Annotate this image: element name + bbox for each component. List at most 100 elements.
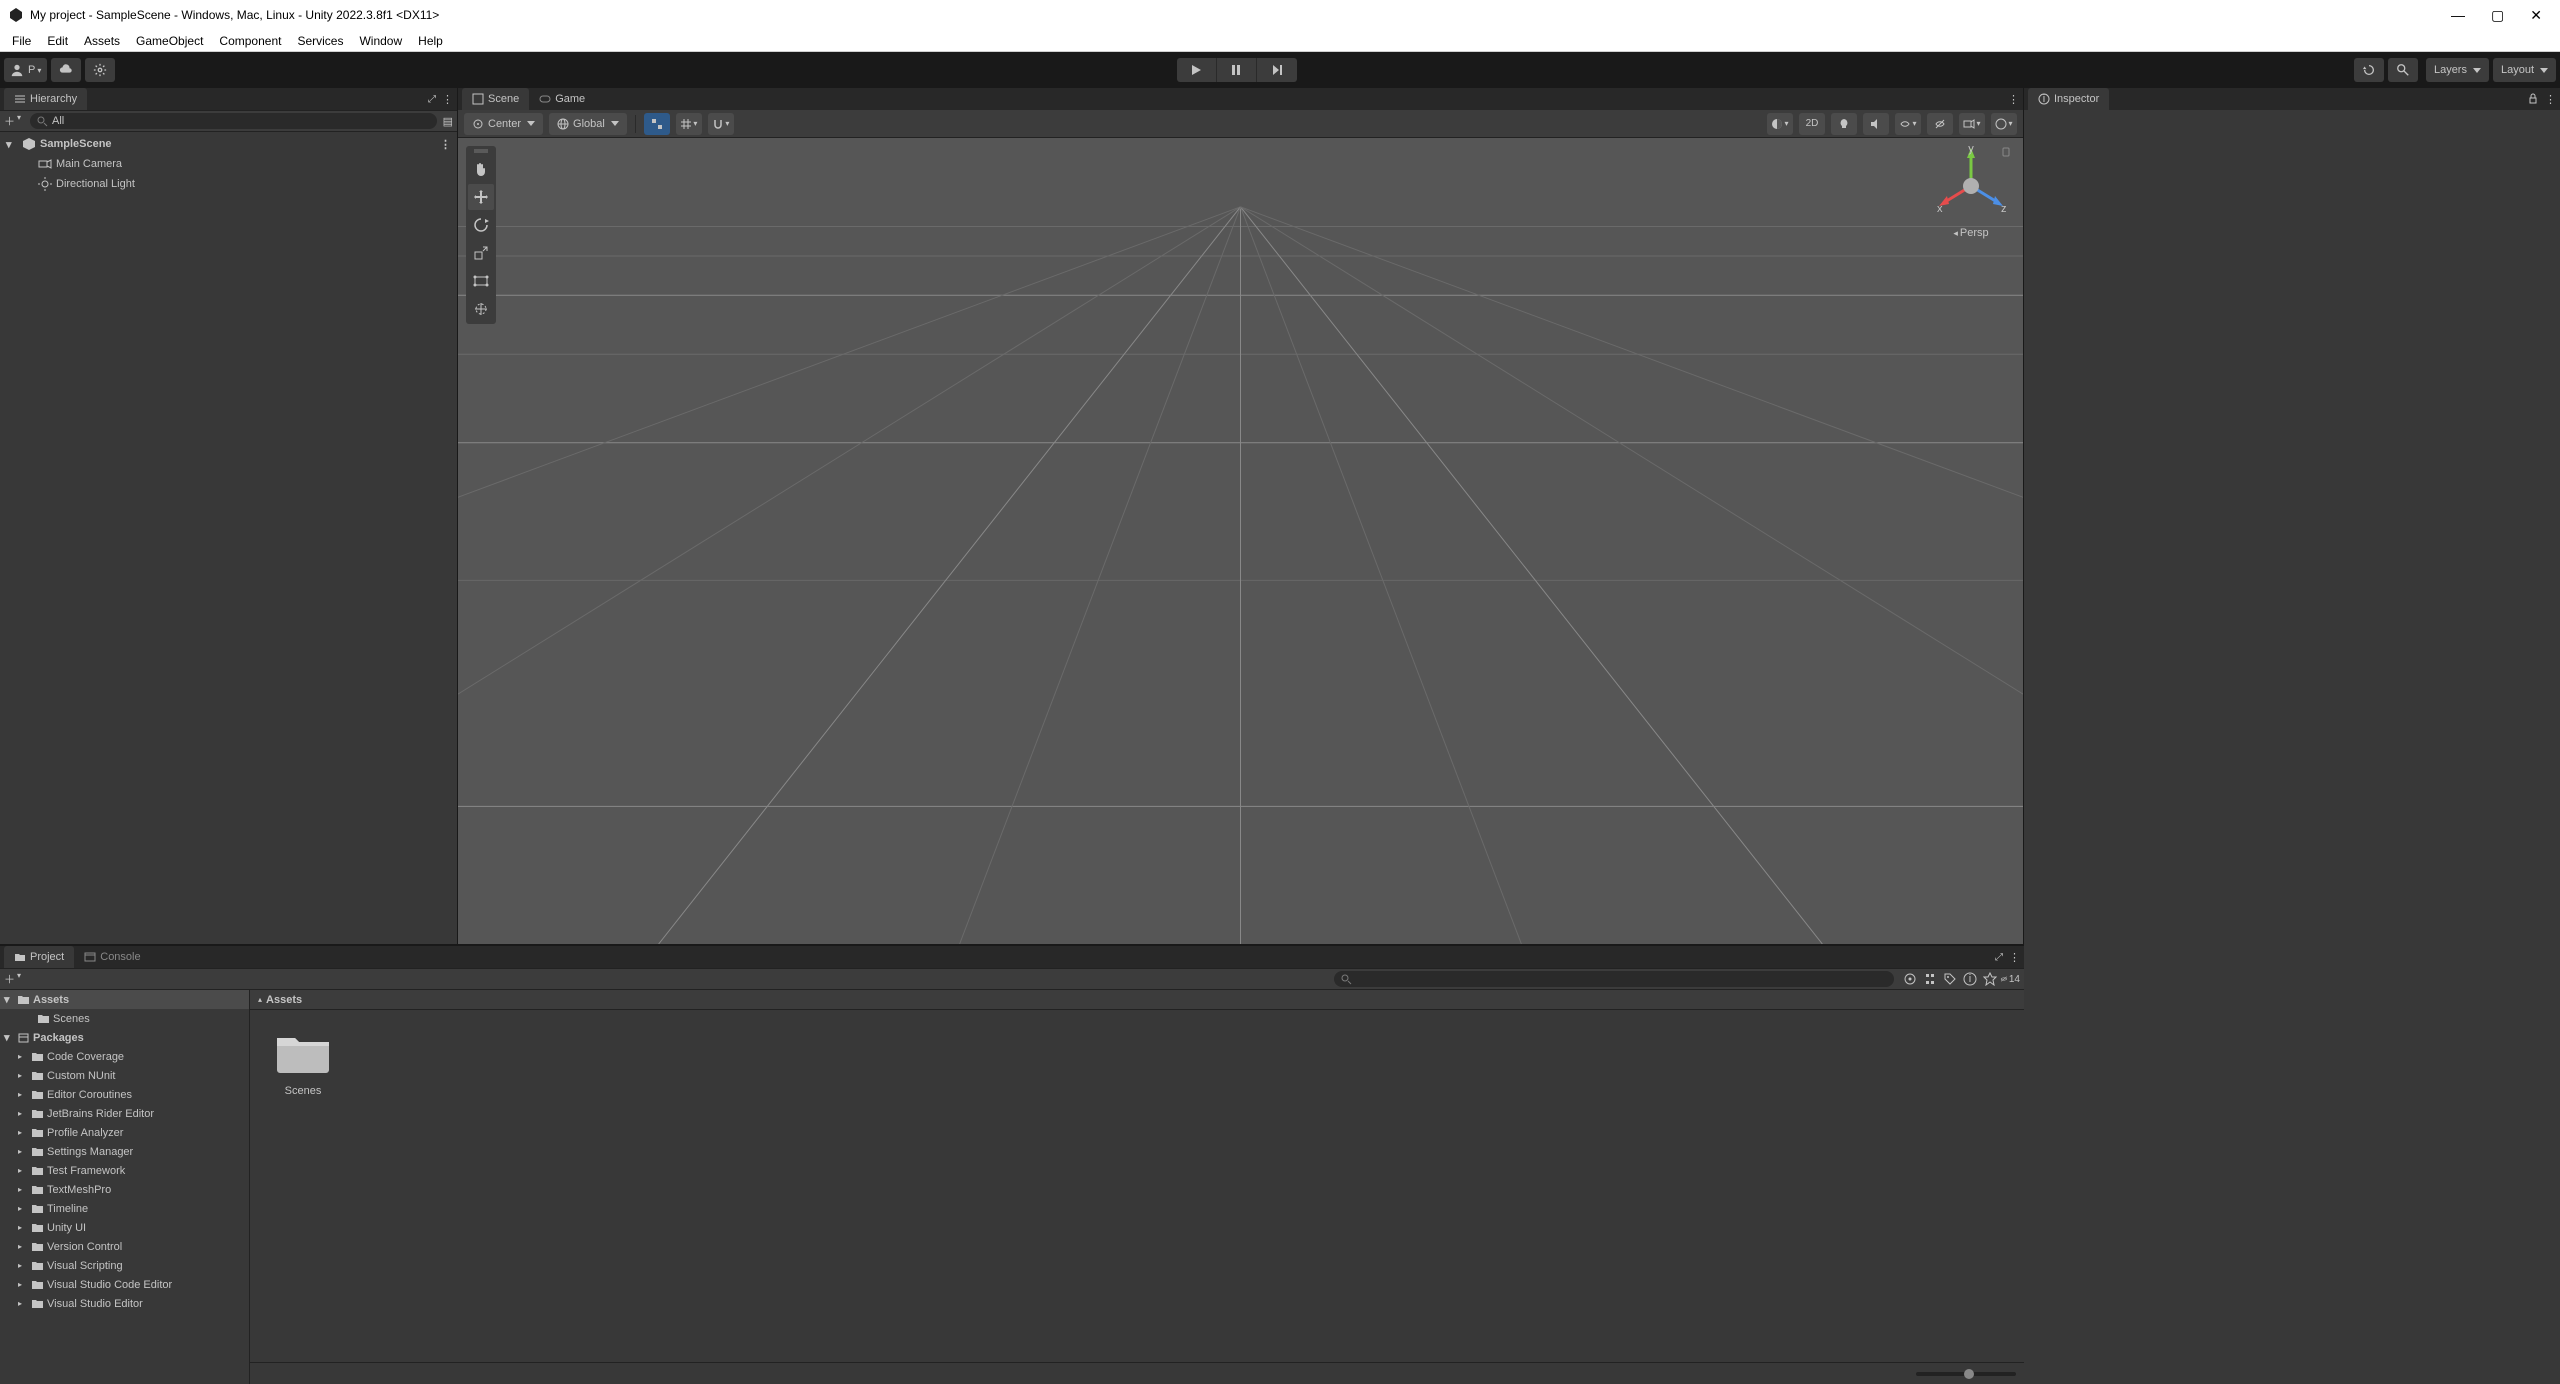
project-package-item[interactable]: ▸Profile Analyzer — [0, 1123, 249, 1142]
2d-toggle[interactable]: 2D — [1799, 113, 1825, 135]
project-item-scenes[interactable]: Scenes — [268, 1028, 338, 1097]
scene-row[interactable]: ▾ SampleScene ⋮ — [0, 134, 457, 154]
inspector-menu-icon[interactable]: ⋮ — [2545, 93, 2556, 106]
project-package-item[interactable]: ▸Code Coverage — [0, 1047, 249, 1066]
pause-button[interactable] — [1217, 58, 1257, 82]
projection-label[interactable]: ◂Persp — [1931, 227, 2011, 239]
fx-dropdown[interactable]: ▾ — [1895, 113, 1921, 135]
maximize-button[interactable]: ▢ — [2491, 7, 2504, 24]
menu-gameobject[interactable]: GameObject — [128, 34, 211, 48]
project-breadcrumb[interactable]: ▴ Assets — [250, 990, 2024, 1010]
rotate-tool[interactable] — [468, 212, 494, 238]
shading-dropdown[interactable]: ▾ — [1767, 113, 1793, 135]
game-tab[interactable]: Game — [529, 88, 595, 110]
hierarchy-popout-icon[interactable]: ⤢ — [428, 94, 436, 105]
project-package-item[interactable]: ▸Editor Coroutines — [0, 1085, 249, 1104]
account-button[interactable]: P ▾ — [4, 58, 47, 82]
project-package-item[interactable]: ▸Version Control — [0, 1237, 249, 1256]
hierarchy-item-light[interactable]: Directional Light — [0, 174, 457, 194]
hidden-count-button[interactable]: 14 — [2000, 970, 2020, 988]
orientation-gizmo[interactable]: y x z ◂Persp — [1931, 146, 2011, 239]
cloud-button[interactable] — [51, 58, 81, 82]
project-package-item[interactable]: ▸JetBrains Rider Editor — [0, 1104, 249, 1123]
expand-toggle[interactable]: ▸ — [18, 1071, 28, 1080]
lighting-toggle[interactable] — [1831, 113, 1857, 135]
snap-settings-button[interactable]: ▾ — [708, 113, 734, 135]
help-button[interactable]: i — [1960, 970, 1980, 988]
breadcrumb-toggle[interactable]: ▴ — [258, 995, 262, 1004]
gizmos-dropdown[interactable]: ▾ — [1991, 113, 2017, 135]
settings-button[interactable] — [85, 58, 115, 82]
project-package-item[interactable]: ▸TextMeshPro — [0, 1180, 249, 1199]
transform-tool[interactable] — [468, 296, 494, 322]
menu-edit[interactable]: Edit — [39, 34, 76, 48]
expand-toggle[interactable]: ▸ — [18, 1299, 28, 1308]
menu-assets[interactable]: Assets — [76, 34, 128, 48]
project-package-item[interactable]: ▸Unity UI — [0, 1218, 249, 1237]
expand-toggle[interactable]: ▾ — [4, 1031, 14, 1044]
project-package-item[interactable]: ▸Test Framework — [0, 1161, 249, 1180]
rect-tool[interactable] — [468, 268, 494, 294]
menu-services[interactable]: Services — [289, 34, 351, 48]
project-search[interactable] — [1334, 971, 1894, 987]
expand-toggle[interactable]: ▸ — [18, 1128, 28, 1137]
expand-toggle[interactable]: ▸ — [18, 1261, 28, 1270]
project-package-item[interactable]: ▸Custom NUnit — [0, 1066, 249, 1085]
step-button[interactable] — [1257, 58, 1297, 82]
layers-dropdown[interactable]: Layers — [2426, 58, 2489, 82]
expand-toggle[interactable]: ▸ — [18, 1166, 28, 1175]
thumbnail-size-slider[interactable] — [1916, 1372, 2016, 1376]
visibility-toggle[interactable] — [1927, 113, 1953, 135]
inspector-lock-icon[interactable] — [2527, 92, 2539, 107]
dock-grip[interactable] — [468, 148, 494, 154]
menu-window[interactable]: Window — [351, 34, 410, 48]
project-package-item[interactable]: ▸Visual Studio Code Editor — [0, 1275, 249, 1294]
move-tool[interactable] — [468, 184, 494, 210]
hierarchy-tab[interactable]: Hierarchy — [4, 88, 87, 110]
filter-by-label-button[interactable] — [1920, 970, 1940, 988]
expand-toggle[interactable]: ▸ — [18, 1223, 28, 1232]
minimize-button[interactable]: — — [2451, 7, 2465, 24]
project-popout-icon[interactable]: ⤢ — [1995, 952, 2003, 963]
layout-dropdown[interactable]: Layout — [2493, 58, 2556, 82]
project-package-item[interactable]: ▸Timeline — [0, 1199, 249, 1218]
hierarchy-menu-icon[interactable]: ⋮ — [442, 93, 453, 106]
project-folder-packages[interactable]: ▾ Packages — [0, 1028, 249, 1047]
hierarchy-search[interactable]: All — [30, 113, 437, 129]
favorite-button[interactable] — [1980, 970, 2000, 988]
project-grid[interactable]: Scenes — [250, 1010, 2024, 1362]
play-button[interactable] — [1177, 58, 1217, 82]
global-search-button[interactable] — [2388, 58, 2418, 82]
project-package-item[interactable]: ▸Visual Scripting — [0, 1256, 249, 1275]
hierarchy-filter-icon[interactable]: ▤ — [443, 115, 453, 128]
camera-dropdown[interactable]: ▾ — [1959, 113, 1985, 135]
expand-toggle[interactable]: ▸ — [18, 1052, 28, 1061]
project-menu-icon[interactable]: ⋮ — [2009, 951, 2020, 964]
scene-menu-icon[interactable]: ⋮ — [2008, 93, 2019, 106]
filter-by-type-button[interactable] — [1900, 970, 1920, 988]
menu-help[interactable]: Help — [410, 34, 451, 48]
space-dropdown[interactable]: Global — [549, 113, 627, 135]
menu-file[interactable]: File — [4, 34, 39, 48]
grid-snap-button[interactable] — [644, 113, 670, 135]
hierarchy-item-camera[interactable]: Main Camera — [0, 154, 457, 174]
scene-viewport[interactable]: y x z ◂Persp — [458, 138, 2023, 944]
scene-tab[interactable]: Scene — [462, 88, 529, 110]
snap-increment-button[interactable]: ▾ — [676, 113, 702, 135]
expand-toggle[interactable]: ▸ — [18, 1090, 28, 1099]
pivot-dropdown[interactable]: Center — [464, 113, 543, 135]
expand-toggle[interactable]: ▾ — [6, 138, 18, 151]
inspector-tab[interactable]: i Inspector — [2028, 88, 2109, 110]
expand-toggle[interactable]: ▸ — [18, 1204, 28, 1213]
console-tab[interactable]: Console — [74, 951, 150, 963]
project-folder-scenes[interactable]: Scenes — [0, 1009, 249, 1028]
expand-toggle[interactable]: ▾ — [4, 993, 14, 1006]
project-folder-assets[interactable]: ▾ Assets — [0, 990, 249, 1009]
project-create-dropdown[interactable]: ＋▾ — [4, 971, 24, 987]
project-tab[interactable]: Project — [4, 946, 74, 968]
undo-history-button[interactable] — [2354, 58, 2384, 82]
project-package-item[interactable]: ▸Settings Manager — [0, 1142, 249, 1161]
scale-tool[interactable] — [468, 240, 494, 266]
hand-tool[interactable] — [468, 156, 494, 182]
menu-component[interactable]: Component — [211, 34, 289, 48]
